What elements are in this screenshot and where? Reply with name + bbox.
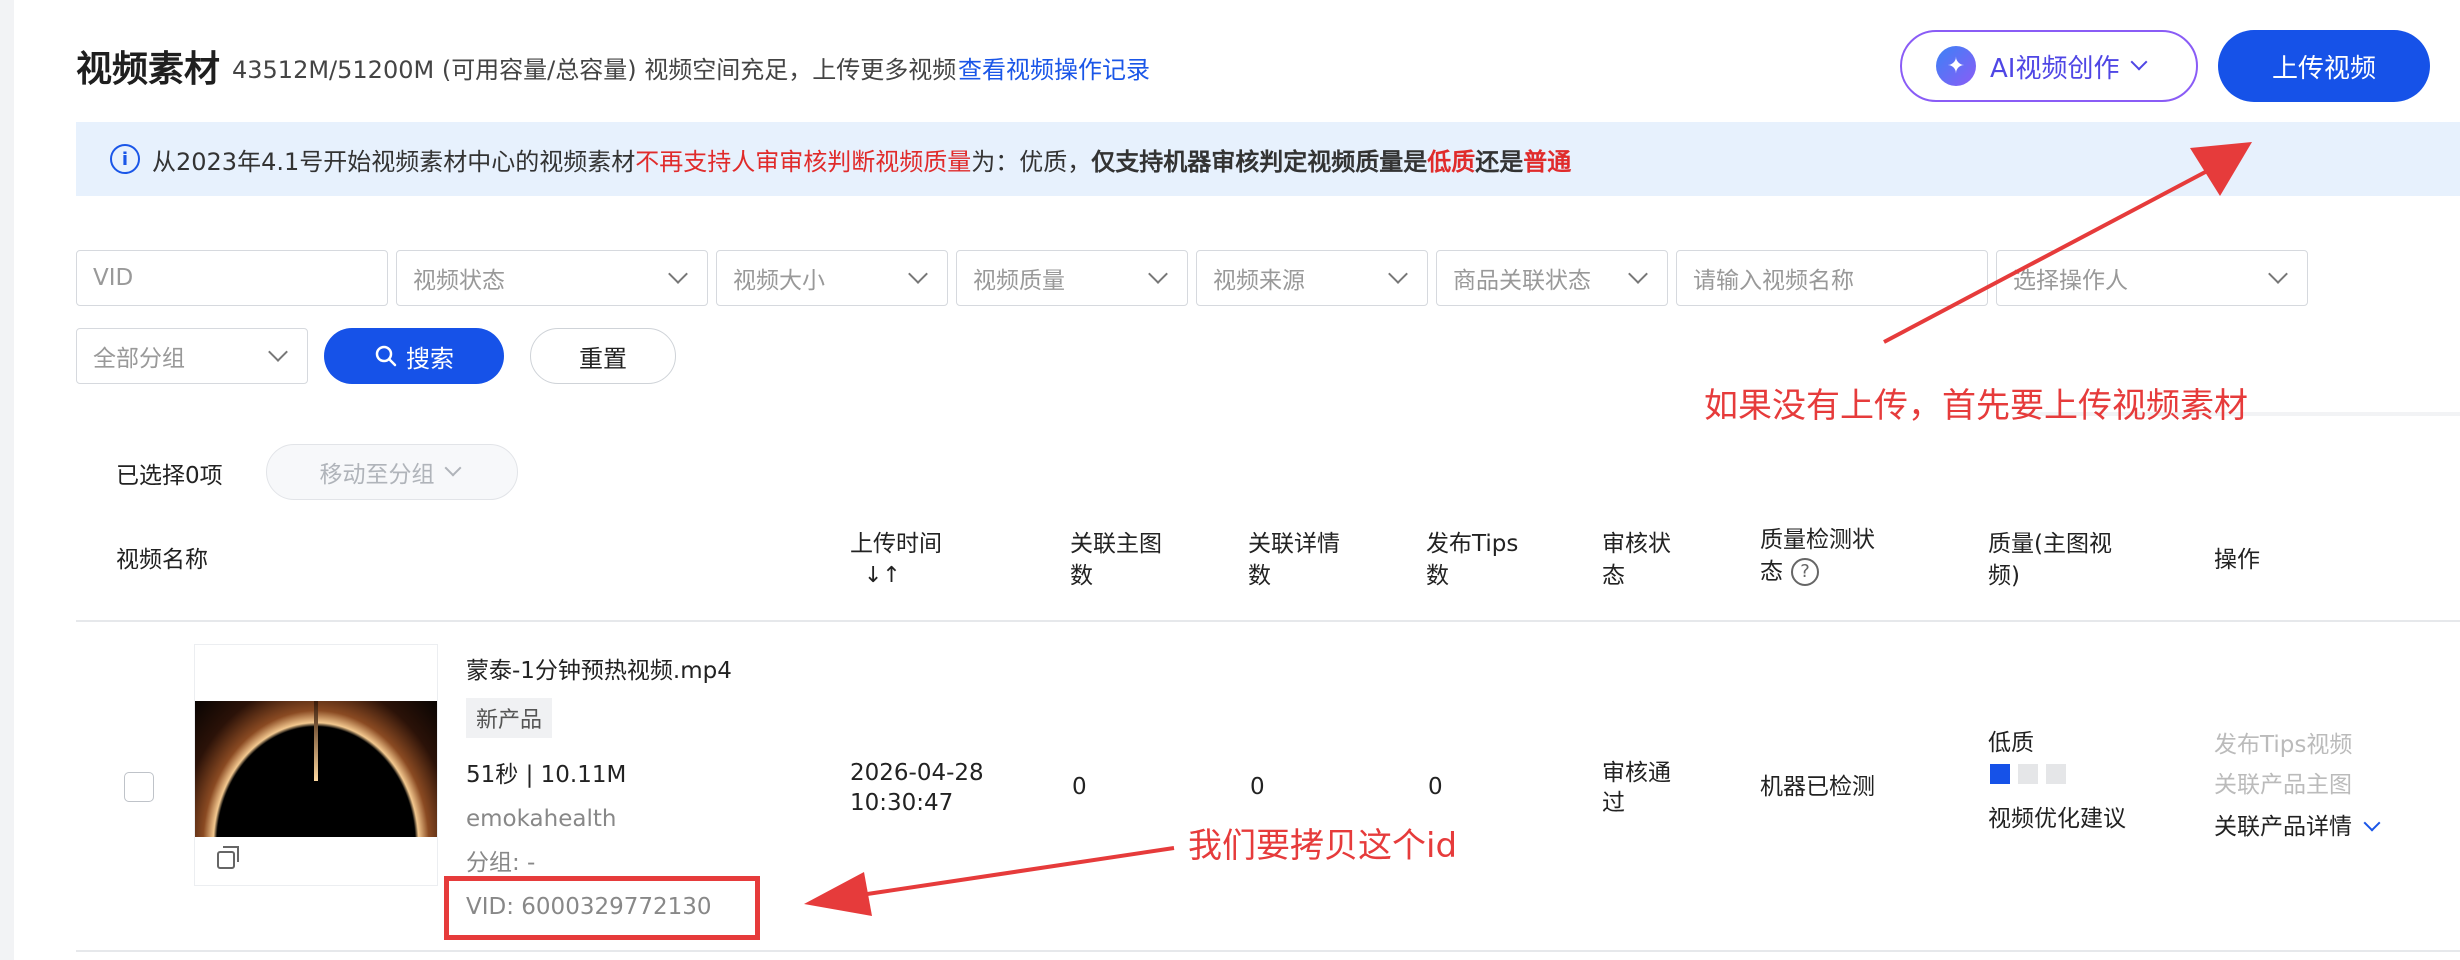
arrow-to-vid-head bbox=[804, 872, 872, 916]
page: 视频素材 43512M/51200M (可用容量/总容量) 视频空间充足，上传更… bbox=[14, 0, 2460, 960]
annotation-arrows bbox=[804, 142, 2252, 916]
arrow-to-vid-line bbox=[853, 846, 1175, 898]
arrow-to-upload-line bbox=[1883, 158, 2229, 344]
arrow-to-upload-head bbox=[2190, 142, 2252, 196]
